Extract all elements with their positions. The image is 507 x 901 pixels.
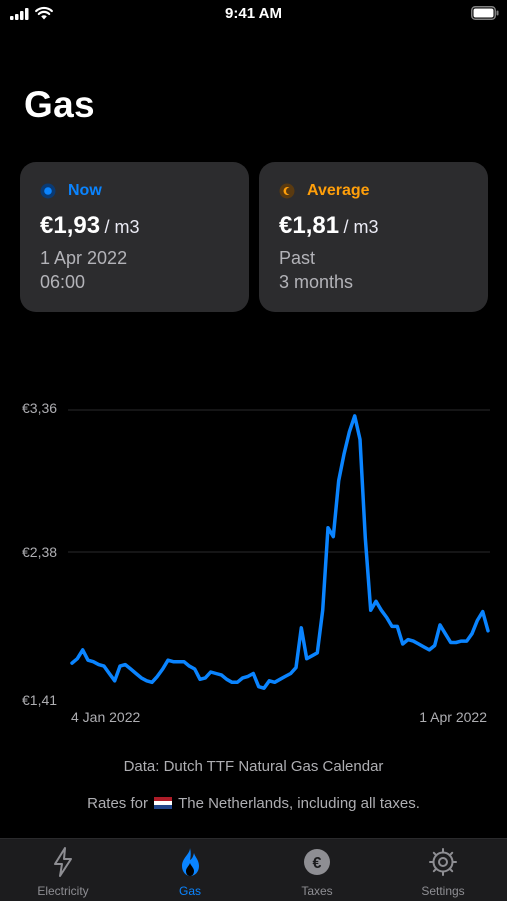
average-period-value: 3 months — [279, 272, 354, 292]
average-value-row: €1,81 / m3 — [279, 212, 379, 240]
average-unit: / m3 — [343, 217, 379, 237]
tab-label-gas: Gas — [178, 884, 201, 898]
euro-coin-icon: € — [304, 849, 330, 875]
now-label: Now — [68, 182, 102, 199]
tab-taxes[interactable]: € Taxes — [254, 839, 380, 901]
tab-settings[interactable]: Settings — [380, 839, 506, 901]
x-end-label: 1 Apr 2022 — [419, 709, 487, 725]
now-time: 06:00 — [40, 272, 86, 292]
status-bar: 9:41 AM — [0, 0, 507, 28]
tab-gas[interactable]: Gas — [127, 839, 253, 901]
tab-bar: Electricity Gas € Taxes Settings — [0, 838, 507, 901]
tab-label-settings: Settings — [421, 884, 465, 898]
status-time: 9:41 AM — [225, 5, 282, 22]
now-unit: / m3 — [104, 217, 140, 237]
rates-suffix: The Netherlands, including all taxes. — [178, 795, 420, 812]
now-date: 1 Apr 2022 — [40, 248, 128, 268]
now-price: €1,93 — [40, 212, 101, 239]
rates-text: Rates for The Netherlands, including all… — [0, 795, 507, 812]
y-tick-label-mid: €2,38 — [22, 544, 57, 560]
x-start-label: 4 Jan 2022 — [71, 709, 140, 725]
tab-label-taxes: Taxes — [301, 884, 333, 898]
y-tick-label-bottom: €1,41 — [22, 692, 57, 708]
y-tick-label-top: €3,36 — [22, 400, 57, 416]
netherlands-flag-icon — [154, 797, 173, 809]
price-chart[interactable]: €3,36 €2,38 €1,41 4 Jan 2022 1 Apr 2022 — [0, 390, 507, 730]
now-dot-icon — [40, 183, 56, 199]
tab-label-electricity: Electricity — [37, 884, 89, 898]
gear-icon — [429, 848, 457, 876]
tab-electricity[interactable]: Electricity — [0, 839, 126, 901]
average-price: €1,81 — [279, 212, 340, 239]
average-period-label: Past — [279, 248, 316, 268]
average-coin-icon — [279, 183, 295, 199]
flame-icon — [182, 848, 199, 876]
average-card[interactable]: Average €1,81 / m3 Past 3 months — [259, 162, 488, 312]
now-value-row: €1,93 / m3 — [40, 212, 140, 240]
battery-icon — [471, 6, 499, 20]
lightning-icon — [54, 847, 72, 877]
page-title: Gas — [24, 84, 95, 125]
average-label: Average — [307, 182, 370, 199]
svg-text:€: € — [313, 855, 322, 872]
now-card[interactable]: Now €1,93 / m3 1 Apr 2022 06:00 — [20, 162, 249, 312]
data-source-text: Data: Dutch TTF Natural Gas Calendar — [123, 758, 384, 775]
rates-prefix: Rates for — [87, 795, 148, 812]
